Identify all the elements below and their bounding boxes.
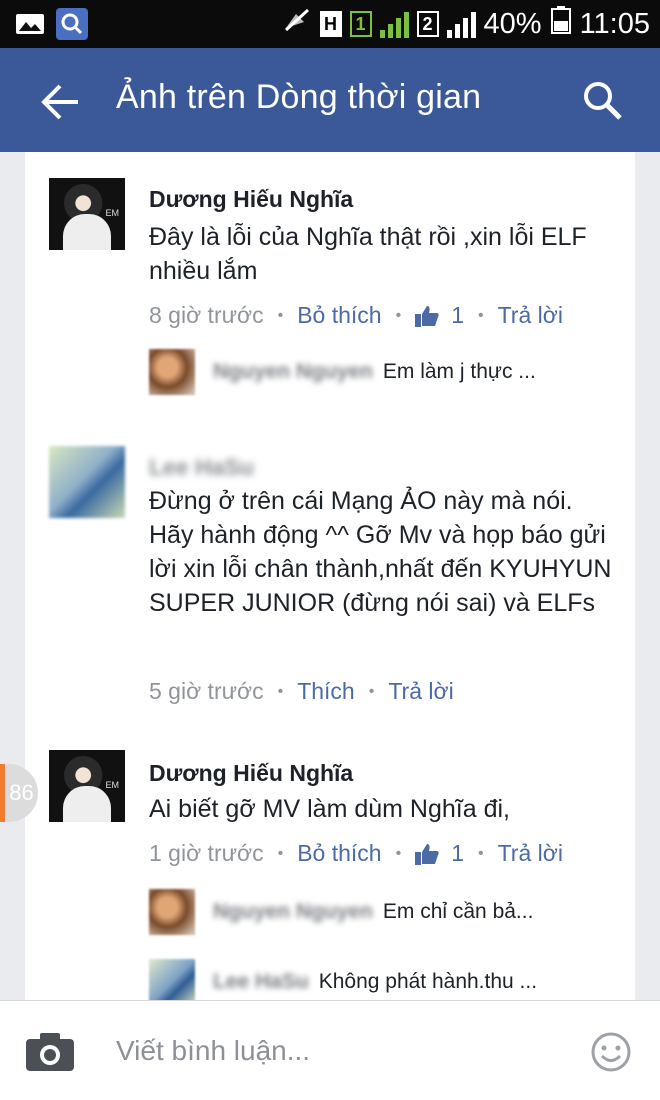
status-bar: H 1 2 40% 11:05 [0,0,660,48]
separator-dot: • [277,682,284,700]
search-app-icon [56,8,88,40]
avatar[interactable] [49,446,125,518]
mute-icon [282,6,312,42]
reply-text: Em chỉ cần bả... [382,900,534,923]
comment-text: Ai biết gỡ MV làm dùm Nghĩa đi, [149,795,510,823]
network-h-icon: H [319,11,342,37]
camera-icon[interactable] [24,1031,76,1073]
separator-dot: • [277,844,284,862]
comments-panel: Dương Hiếu Nghĩa Đây là lỗi của Nghĩa th… [25,152,635,1005]
avatar[interactable] [49,750,125,822]
comment-author[interactable]: Dương Hiếu Nghĩa [149,186,353,213]
search-icon[interactable] [580,78,624,122]
page-title: Ảnh trên Dòng thời gian [116,78,482,116]
unlike-button[interactable]: Bỏ thích [297,302,381,329]
sim1-indicator: 1 [349,11,372,37]
avatar [149,959,195,1005]
unlike-button[interactable]: Bỏ thích [297,840,381,867]
separator-dot: • [478,844,484,862]
comment-text: Đây là lỗi của Nghĩa thật rồi ,xin lỗi E… [149,223,587,285]
reply-text: Em làm j thực ... [382,360,536,383]
comment-time: 8 giờ trước [149,302,264,328]
reply-author: Nguyen Nguyen [213,900,373,923]
comment-input[interactable]: Viết bình luận... [116,1035,310,1067]
arrow-left-icon[interactable] [38,82,82,122]
reply-author: Lee HaSu [213,970,309,993]
separator-dot: • [395,306,402,324]
separator-dot: • [277,306,284,324]
reply-button[interactable]: Trả lời [498,840,563,867]
comment-time: 1 giờ trước [149,840,264,866]
reply-button[interactable]: Trả lời [388,678,453,705]
separator-dot: • [478,306,484,324]
like-count: 1 [451,840,464,866]
comment-text: Đừng ở trên cái Mạng ẢO này mà nói. Hãy … [149,487,612,617]
thumbs-up-icon [415,843,439,865]
smiley-icon[interactable] [590,1031,632,1073]
reply-preview[interactable]: Nguyen Nguyen Em làm j thực ... [149,348,536,396]
signal-icon [379,10,409,38]
reply-text: Không phát hành.thu ... [318,970,538,993]
avatar [149,889,195,935]
comment-meta: 1 giờ trước • Bỏ thích • 1 • Trả lời [149,840,563,867]
thumbs-up-icon [415,305,439,327]
battery-text: 40% [483,7,542,40]
signal-icon [446,10,476,38]
separator-dot: • [395,844,402,862]
sim2-indicator: 2 [416,11,439,37]
avatar [149,349,195,395]
comment-time: 5 giờ trước [149,678,264,704]
comment-meta: 8 giờ trước • Bỏ thích • 1 • Trả lời [149,302,563,329]
reply-preview[interactable]: Nguyen Nguyen Em chỉ cần bả... [149,888,533,936]
separator-dot: • [368,682,375,700]
comment-composer: Viết bình luận... [0,1000,660,1100]
like-count: 1 [451,302,464,328]
clock: 11:05 [579,7,650,40]
gallery-icon [14,8,46,40]
app-header: Ảnh trên Dòng thời gian [0,48,660,152]
reply-author: Nguyen Nguyen [213,360,373,383]
reply-button[interactable]: Trả lời [498,302,563,329]
reply-preview[interactable]: Lee HaSu Không phát hành.thu ... [149,958,537,1006]
comment-author[interactable]: Dương Hiếu Nghĩa [149,760,353,787]
avatar[interactable] [49,178,125,250]
battery-icon [550,6,572,42]
comment-meta: 5 giờ trước • Thích • Trả lời [149,678,454,705]
comment-author[interactable]: Lee HaSu [149,454,254,481]
like-button[interactable]: Thích [297,678,355,705]
